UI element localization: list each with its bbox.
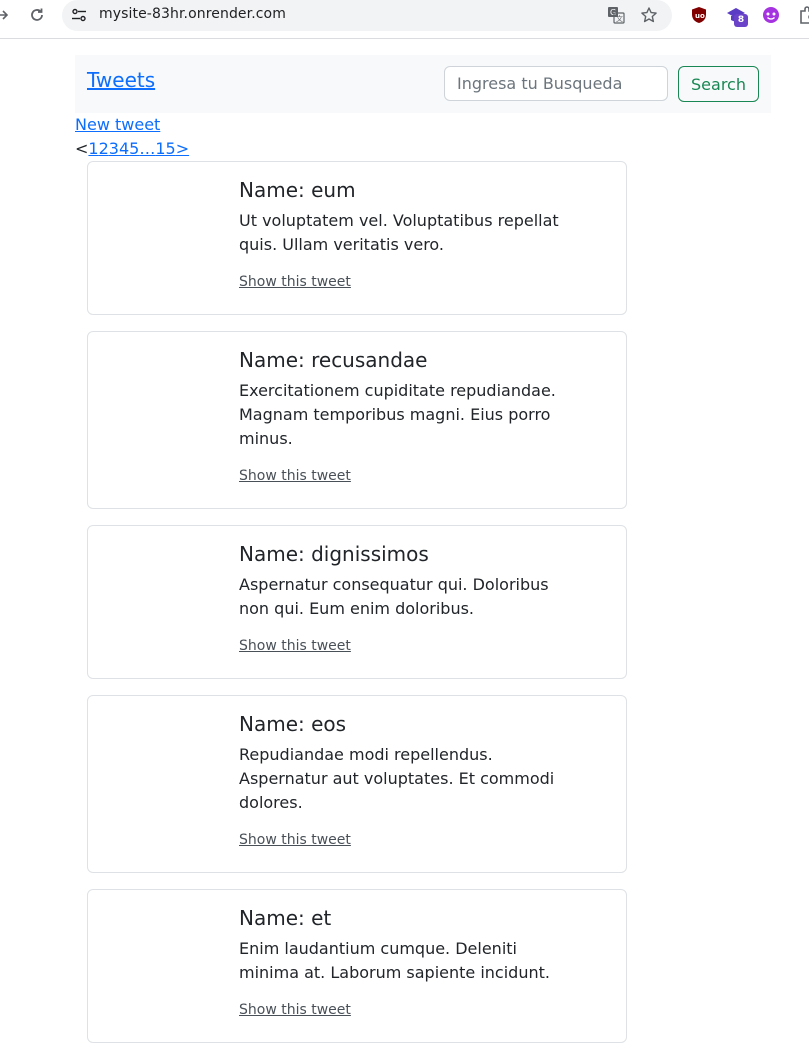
- show-tweet-link[interactable]: Show this tweet: [239, 832, 351, 848]
- forward-arrow-icon[interactable]: [0, 8, 10, 22]
- ublock-shield-icon[interactable]: uo: [689, 5, 709, 25]
- extension-badge: 8: [734, 14, 748, 27]
- tweet-card-body: Name: recusandae Exercitationem cupidita…: [239, 348, 579, 484]
- tweet-text: Exercitationem cupiditate repudiandae. M…: [239, 381, 556, 448]
- pagination-next[interactable]: >: [176, 139, 189, 158]
- browser-toolbar: mysite-83hr.onrender.com G文 uo 8: [0, 0, 809, 39]
- translate-icon[interactable]: G文: [607, 6, 625, 24]
- brand-link[interactable]: Tweets: [87, 68, 155, 92]
- url-text[interactable]: mysite-83hr.onrender.com: [99, 6, 286, 22]
- pagination: <12345…15>: [75, 139, 189, 158]
- tweet-text: Repudiandae modi repellendus. Aspernatur…: [239, 745, 555, 812]
- pagination-page-1[interactable]: 1: [88, 139, 98, 158]
- tweet-title: Name: recusandae: [239, 348, 428, 372]
- address-bar[interactable]: mysite-83hr.onrender.com G文: [62, 0, 672, 31]
- tweet-title: Name: eum: [239, 178, 356, 202]
- show-tweet-link[interactable]: Show this tweet: [239, 468, 351, 484]
- purple-face-extension-icon[interactable]: [761, 5, 781, 25]
- new-tweet-link[interactable]: New tweet: [75, 115, 160, 134]
- tweet-card: Name: recusandae Exercitationem cupidita…: [87, 331, 627, 509]
- reload-icon[interactable]: [27, 5, 47, 25]
- site-settings-icon[interactable]: [71, 7, 87, 23]
- tweet-card-body: Name: eum Ut voluptatem vel. Voluptatibu…: [239, 178, 579, 290]
- pagination-page-5[interactable]: 5: [129, 139, 139, 158]
- tweet-text: Ut voluptatem vel. Voluptatibus repellat…: [239, 211, 559, 254]
- tweet-title: Name: et: [239, 906, 332, 930]
- search-input[interactable]: [444, 66, 668, 101]
- tweet-card: Name: eum Ut voluptatem vel. Voluptatibu…: [87, 161, 627, 315]
- show-tweet-link[interactable]: Show this tweet: [239, 274, 351, 290]
- search-button[interactable]: Search: [678, 66, 759, 102]
- pagination-page-last[interactable]: 15: [155, 139, 175, 158]
- pagination-ellipsis[interactable]: …: [139, 139, 155, 158]
- tweet-card-body: Name: dignissimos Aspernatur consequatur…: [239, 542, 579, 654]
- pagination-page-3[interactable]: 3: [109, 139, 119, 158]
- show-tweet-link[interactable]: Show this tweet: [239, 1002, 351, 1018]
- tweet-title: Name: eos: [239, 712, 347, 736]
- tweet-card: Name: et Enim laudantium cumque. Delenit…: [87, 889, 627, 1043]
- pagination-page-2[interactable]: 2: [99, 139, 109, 158]
- tweet-card: Name: dignissimos Aspernatur consequatur…: [87, 525, 627, 679]
- tweet-card: Name: eos Repudiandae modi repellendus. …: [87, 695, 627, 873]
- tweet-card-body: Name: eos Repudiandae modi repellendus. …: [239, 712, 579, 848]
- tweet-title: Name: dignissimos: [239, 542, 429, 566]
- tweet-card-body: Name: et Enim laudantium cumque. Delenit…: [239, 906, 579, 1018]
- pagination-page-4[interactable]: 4: [119, 139, 129, 158]
- show-tweet-link[interactable]: Show this tweet: [239, 638, 351, 654]
- extensions-puzzle-icon[interactable]: [797, 5, 809, 25]
- svg-text:文: 文: [616, 14, 623, 23]
- bookmark-star-icon[interactable]: [640, 6, 658, 24]
- site-navbar: Tweets Search: [75, 55, 771, 113]
- pagination-prev: <: [75, 139, 89, 158]
- svg-text:uo: uo: [695, 12, 705, 20]
- tweet-text: Aspernatur consequatur qui. Doloribus no…: [239, 575, 549, 618]
- tweet-text: Enim laudantium cumque. Deleniti minima …: [239, 939, 550, 982]
